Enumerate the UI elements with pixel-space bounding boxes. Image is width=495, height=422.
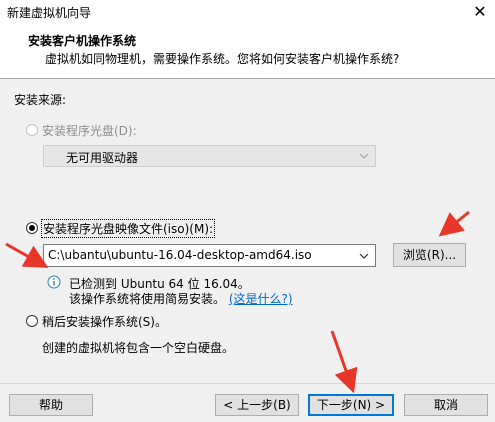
install-source-label: 安装来源: <box>14 93 67 107</box>
chevron-down-icon[interactable] <box>359 251 369 261</box>
next-button[interactable]: 下一步(N) > <box>308 394 394 416</box>
disc-drive-select[interactable]: 无可用驱动器 <box>43 145 376 167</box>
disc-radio[interactable] <box>26 124 38 136</box>
page-description: 虚拟机如同物理机，需要操作系统。您将如何安装客户机操作系统? <box>45 52 400 66</box>
page-title: 安装客户机操作系统 <box>28 34 137 48</box>
wizard-body: 安装来源: 安装程序光盘(D): 无可用驱动器 安装程序光盘映像文件(iso)(… <box>0 79 495 422</box>
easy-install-text: 该操作系统将使用简易安装。 (这是什么?) <box>69 292 293 306</box>
browse-button[interactable]: 浏览(R)... <box>393 243 466 267</box>
chevron-down-icon <box>359 153 369 159</box>
close-icon[interactable]: ✕ <box>469 2 491 22</box>
wizard-header: 安装客户机操作系统 虚拟机如同物理机，需要操作系统。您将如何安装客户机操作系统? <box>0 26 495 78</box>
disc-drive-value: 无可用驱动器 <box>66 151 139 165</box>
footer-divider <box>0 383 495 384</box>
later-option-description: 创建的虚拟机将包含一个空白硬盘。 <box>42 341 235 355</box>
iso-option-label[interactable]: 安装程序光盘映像文件(iso)(M): <box>40 219 216 238</box>
iso-path-value: C:\ubantu\ubuntu-16.04-desktop-amd64.iso <box>48 248 312 262</box>
later-radio[interactable] <box>26 315 38 327</box>
help-button[interactable]: 帮助 <box>9 394 93 416</box>
later-option-label[interactable]: 稍后安装操作系统(S)。 <box>42 313 167 330</box>
info-icon <box>47 275 61 289</box>
disc-option-label: 安装程序光盘(D): <box>42 124 137 138</box>
back-button[interactable]: < 上一步(B) <box>215 394 299 416</box>
whats-this-link[interactable]: (这是什么?) <box>229 292 293 306</box>
cancel-button[interactable]: 取消 <box>404 394 488 416</box>
iso-path-input[interactable]: C:\ubantu\ubuntu-16.04-desktop-amd64.iso <box>43 244 376 267</box>
iso-radio[interactable] <box>26 222 38 234</box>
title-bar: 新建虚拟机向导 ✕ <box>0 0 495 26</box>
window-title: 新建虚拟机向导 <box>7 6 92 20</box>
